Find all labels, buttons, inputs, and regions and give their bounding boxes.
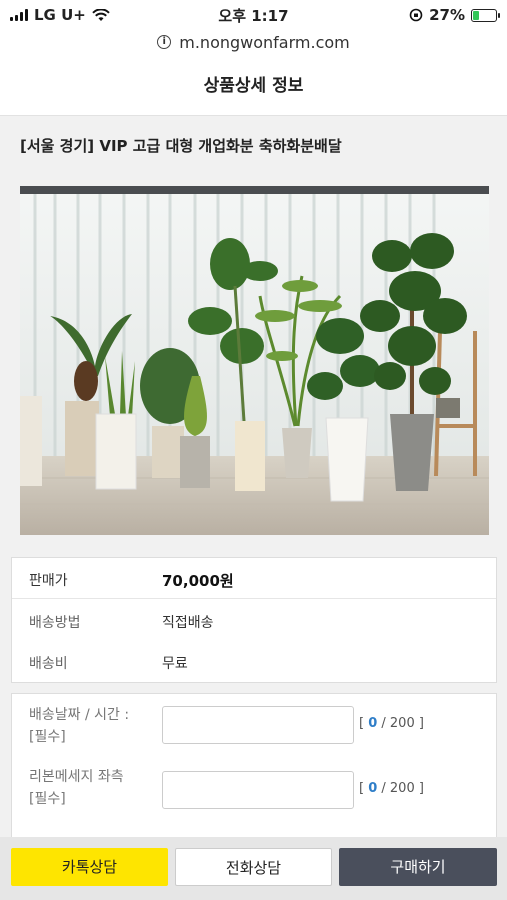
kakao-consult-button[interactable]: 카톡상담 bbox=[11, 848, 168, 886]
page-header: 상품상세 정보 bbox=[0, 56, 507, 116]
status-right: 27% bbox=[409, 6, 500, 24]
price-table: 판매가 70,000원 배송방법 직접배송 배송비 무료 bbox=[11, 557, 497, 683]
price-row-shipping-method: 배송방법 직접배송 bbox=[12, 600, 496, 641]
orientation-lock-icon bbox=[409, 8, 423, 22]
price-row-sale: 판매가 70,000원 bbox=[12, 558, 496, 599]
plant-photo-illustration bbox=[20, 186, 489, 535]
price-value: 70,000원 bbox=[162, 572, 234, 590]
shipping-method-label: 배송방법 bbox=[29, 615, 81, 631]
counter-open: [ bbox=[359, 781, 369, 796]
counter-open: [ bbox=[359, 716, 369, 731]
counter-max: / 200 ] bbox=[377, 781, 424, 796]
product-title: [서울 경기] VIP 고급 대형 개업화분 축하화분배달 bbox=[20, 137, 342, 155]
ribbon-left-counter: [ 0 / 200 ] bbox=[359, 781, 424, 796]
phone-consult-button[interactable]: 전화상담 bbox=[175, 848, 332, 886]
product-photo bbox=[20, 186, 489, 535]
product-content: [서울 경기] VIP 고급 대형 개업화분 축하화분배달 판매가 70,000… bbox=[0, 117, 507, 843]
delivery-datetime-input[interactable] bbox=[162, 706, 354, 744]
delivery-datetime-label-text: 배송날짜 / 시간 : bbox=[29, 707, 130, 723]
ribbon-left-label: 리본메세지 좌측 [필수] bbox=[29, 766, 124, 810]
delivery-datetime-label: 배송날짜 / 시간 : [필수] bbox=[29, 704, 129, 748]
price-label: 판매가 bbox=[29, 573, 68, 589]
shipping-fee-label: 배송비 bbox=[29, 656, 68, 672]
counter-max: / 200 ] bbox=[377, 716, 424, 731]
bottom-action-bar: 카톡상담 전화상담 구매하기 bbox=[0, 837, 507, 900]
counter-current: 0 bbox=[368, 716, 378, 731]
delivery-datetime-counter: [ 0 / 200 ] bbox=[359, 716, 424, 731]
order-options-form: 배송날짜 / 시간 : [필수] [ 0 / 200 ] 리본메세지 좌측 [필… bbox=[11, 693, 497, 843]
delivery-datetime-required: [필수] bbox=[29, 729, 66, 745]
info-icon[interactable]: i bbox=[157, 35, 172, 49]
price-row-shipping-fee: 배송비 무료 bbox=[12, 641, 496, 682]
counter-current: 0 bbox=[368, 781, 378, 796]
ribbon-left-required: [필수] bbox=[29, 791, 66, 807]
url-bar[interactable]: i m.nongwonfarm.com bbox=[0, 28, 507, 56]
page-title: 상품상세 정보 bbox=[203, 76, 304, 96]
shipping-fee-value: 무료 bbox=[162, 656, 188, 672]
battery-fill bbox=[473, 10, 479, 20]
battery-percent: 27% bbox=[429, 6, 465, 24]
status-bar: LG U+ 오후 1:17 27% bbox=[0, 0, 507, 28]
ribbon-left-input[interactable] bbox=[162, 771, 354, 809]
shipping-method-value: 직접배송 bbox=[162, 615, 214, 631]
battery-icon bbox=[471, 8, 500, 22]
buy-button[interactable]: 구매하기 bbox=[339, 848, 497, 886]
ribbon-left-label-text: 리본메세지 좌측 bbox=[29, 769, 124, 785]
url-text[interactable]: m.nongwonfarm.com bbox=[179, 33, 350, 52]
